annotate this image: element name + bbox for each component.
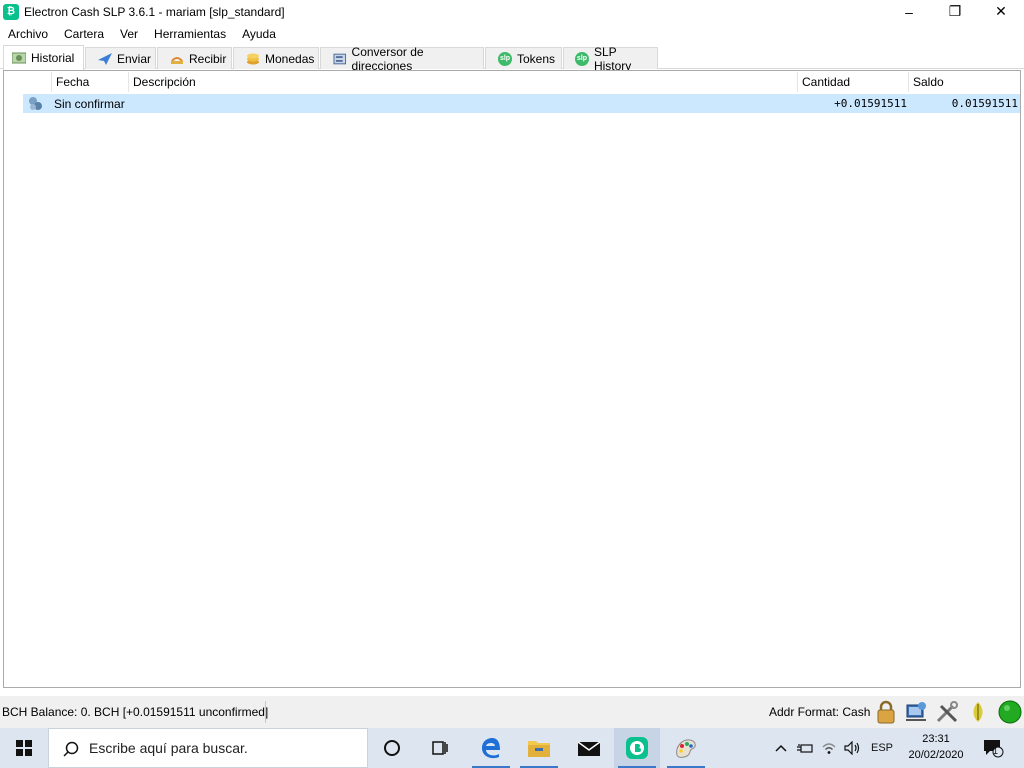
menu-bar: Archivo Cartera Ver Herramientas Ayuda bbox=[0, 23, 1024, 44]
tab-bar: Historial Enviar Recibir Monedas Convers… bbox=[0, 45, 1024, 73]
menu-herramientas[interactable]: Herramientas bbox=[146, 27, 234, 41]
history-panel: Fecha Descripción Cantidad Saldo Sin con… bbox=[3, 70, 1021, 688]
addr-format-label[interactable]: Addr Format: Cash bbox=[769, 705, 870, 719]
row-balance: 0.01591511 bbox=[951, 97, 1018, 110]
electron-cash-app-icon: ₿ bbox=[3, 3, 19, 20]
title-bar: ₿ Electron Cash SLP 3.6.1 - mariam [slp_… bbox=[0, 0, 1024, 23]
column-header-amount[interactable]: Cantidad bbox=[798, 72, 909, 92]
tab-tokens[interactable]: slp Tokens bbox=[485, 47, 562, 69]
mail-icon bbox=[577, 741, 601, 756]
menu-ayuda[interactable]: Ayuda bbox=[234, 27, 284, 41]
balance-label: BCH Balance: 0. BCH [+0.01591511 unconfi… bbox=[2, 705, 269, 719]
history-icon bbox=[12, 52, 26, 64]
windows-logo-icon bbox=[16, 740, 32, 756]
tab-slp-history[interactable]: slp SLP History bbox=[563, 45, 658, 73]
coins-icon bbox=[247, 53, 259, 64]
task-view-icon bbox=[432, 741, 448, 755]
electron-cash-icon bbox=[626, 737, 648, 759]
tab-label: Recibir bbox=[189, 51, 227, 66]
tray-power[interactable] bbox=[794, 728, 816, 768]
cortana-icon bbox=[384, 740, 400, 756]
clock-date: 20/02/2020 bbox=[908, 749, 964, 761]
tab-label: SLP History bbox=[593, 44, 632, 73]
show-hidden-icons-button[interactable] bbox=[770, 728, 792, 768]
wifi-icon bbox=[822, 743, 836, 754]
menu-ver[interactable]: Ver bbox=[112, 27, 146, 41]
unconfirmed-icon bbox=[29, 97, 42, 110]
taskbar-edge[interactable] bbox=[468, 728, 514, 768]
restore-button[interactable]: ❐ bbox=[932, 0, 978, 23]
column-header-balance[interactable]: Saldo bbox=[909, 72, 1020, 92]
taskbar-clock[interactable]: 23:31 20/02/2020 bbox=[900, 731, 972, 763]
window-controls: – ❐ ✕ bbox=[886, 0, 1024, 23]
receive-icon bbox=[171, 56, 183, 64]
tab-label: Tokens bbox=[517, 51, 556, 66]
chevron-up-icon bbox=[775, 744, 787, 752]
seed-icon[interactable] bbox=[965, 699, 991, 725]
action-center-button[interactable]: 1 bbox=[978, 728, 1008, 768]
taskbar-search-box[interactable]: Escribe aquí para buscar. bbox=[48, 728, 368, 768]
close-button[interactable]: ✕ bbox=[978, 0, 1024, 23]
tab-historial[interactable]: Historial bbox=[3, 45, 84, 70]
column-header-description[interactable]: Descripción bbox=[129, 72, 798, 92]
search-icon bbox=[63, 741, 79, 757]
row-date: Sin confirmar bbox=[54, 97, 125, 111]
lock-icon[interactable] bbox=[873, 699, 899, 725]
address-converter-icon bbox=[333, 53, 347, 64]
tab-label: Monedas bbox=[265, 51, 315, 66]
tab-enviar[interactable]: Enviar bbox=[85, 47, 156, 69]
folder-icon bbox=[528, 741, 550, 757]
status-divider bbox=[265, 701, 266, 723]
tray-volume[interactable] bbox=[842, 728, 864, 768]
tab-conversor-direcciones[interactable]: Conversor de direcciones bbox=[320, 45, 484, 73]
send-icon bbox=[98, 52, 112, 65]
taskbar-paint[interactable] bbox=[663, 728, 709, 768]
notification-count: 1 bbox=[993, 746, 999, 756]
tray-language[interactable]: ESP bbox=[866, 728, 898, 768]
speaker-icon bbox=[844, 741, 860, 755]
network-preferences-icon[interactable] bbox=[903, 699, 929, 725]
table-row[interactable]: Sin confirmar +0.01591511 0.01591511 bbox=[23, 94, 1020, 113]
tab-recibir[interactable]: Recibir bbox=[157, 47, 232, 69]
window-title: Electron Cash SLP 3.6.1 - mariam [slp_st… bbox=[24, 4, 285, 19]
start-button[interactable] bbox=[0, 728, 48, 768]
tab-monedas[interactable]: Monedas bbox=[233, 47, 319, 69]
edge-icon bbox=[482, 738, 500, 759]
task-view-button[interactable] bbox=[417, 728, 463, 768]
taskbar-mail[interactable] bbox=[566, 728, 612, 768]
tray-network[interactable] bbox=[818, 728, 840, 768]
cortana-button[interactable] bbox=[369, 728, 415, 768]
slp-icon: slp bbox=[575, 51, 589, 66]
tab-label: Conversor de direcciones bbox=[351, 44, 424, 73]
search-placeholder: Escribe aquí para buscar. bbox=[89, 740, 248, 756]
status-bar: BCH Balance: 0. BCH [+0.01591511 unconfi… bbox=[0, 696, 1024, 728]
taskbar-electron-cash[interactable] bbox=[614, 728, 660, 768]
taskbar-file-explorer[interactable] bbox=[516, 728, 562, 768]
menu-archivo[interactable]: Archivo bbox=[0, 27, 56, 41]
column-header-status[interactable] bbox=[4, 72, 52, 92]
tools-icon[interactable] bbox=[934, 699, 960, 725]
paint-icon bbox=[676, 739, 696, 758]
column-header-date[interactable]: Fecha bbox=[52, 72, 129, 92]
tab-label: Historial bbox=[31, 51, 75, 65]
windows-taskbar: Escribe aquí para buscar. ESP 23:31 20/0… bbox=[0, 728, 1024, 768]
clock-time: 23:31 bbox=[922, 733, 950, 745]
tab-label: Enviar bbox=[117, 51, 152, 66]
row-amount: +0.01591511 bbox=[834, 97, 907, 110]
power-plug-icon bbox=[797, 744, 813, 753]
minimize-button[interactable]: – bbox=[886, 0, 932, 23]
slp-icon: slp bbox=[498, 51, 512, 66]
connection-status-icon[interactable] bbox=[997, 699, 1023, 725]
menu-cartera[interactable]: Cartera bbox=[56, 27, 112, 41]
